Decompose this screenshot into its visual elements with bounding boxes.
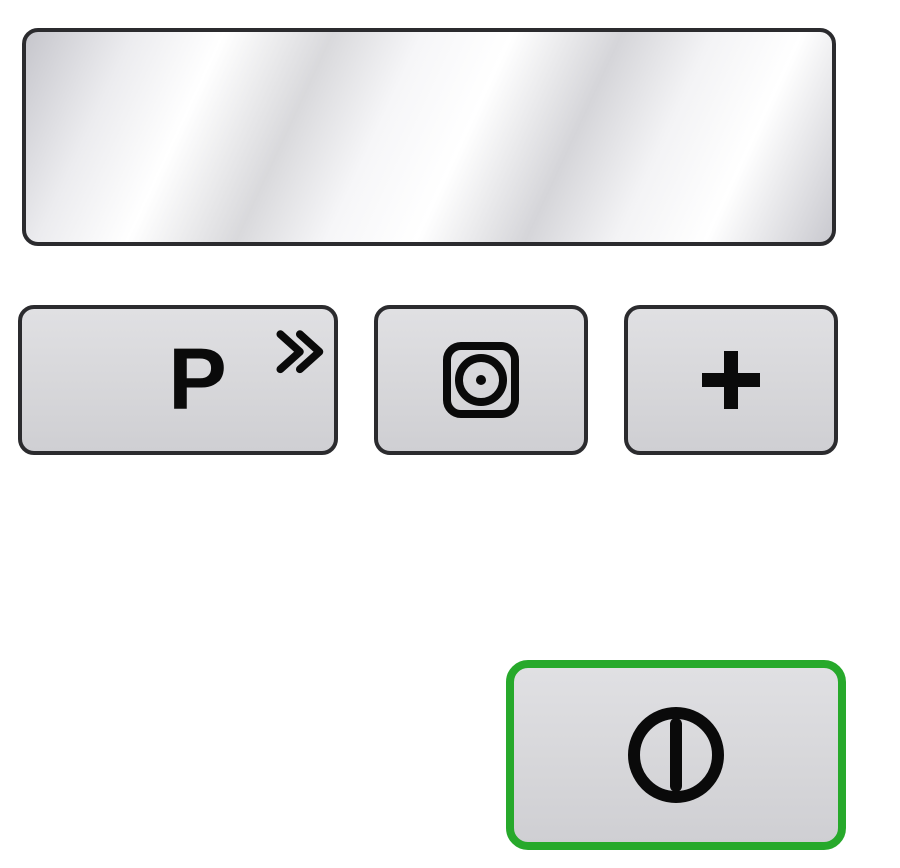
display-window <box>22 28 836 246</box>
tumble-dryer-icon <box>441 340 521 420</box>
appliance-panel: P + <box>0 0 900 868</box>
power-start-icon <box>621 700 731 810</box>
start-button[interactable] <box>506 660 846 850</box>
dryer-button[interactable] <box>374 305 588 455</box>
program-button[interactable]: P <box>18 305 338 455</box>
program-button-graphic: P <box>22 305 334 455</box>
add-button[interactable]: + <box>624 305 838 455</box>
plus-icon <box>696 345 766 415</box>
program-letter: P <box>168 330 227 428</box>
chevrons-right-icon <box>280 334 319 369</box>
